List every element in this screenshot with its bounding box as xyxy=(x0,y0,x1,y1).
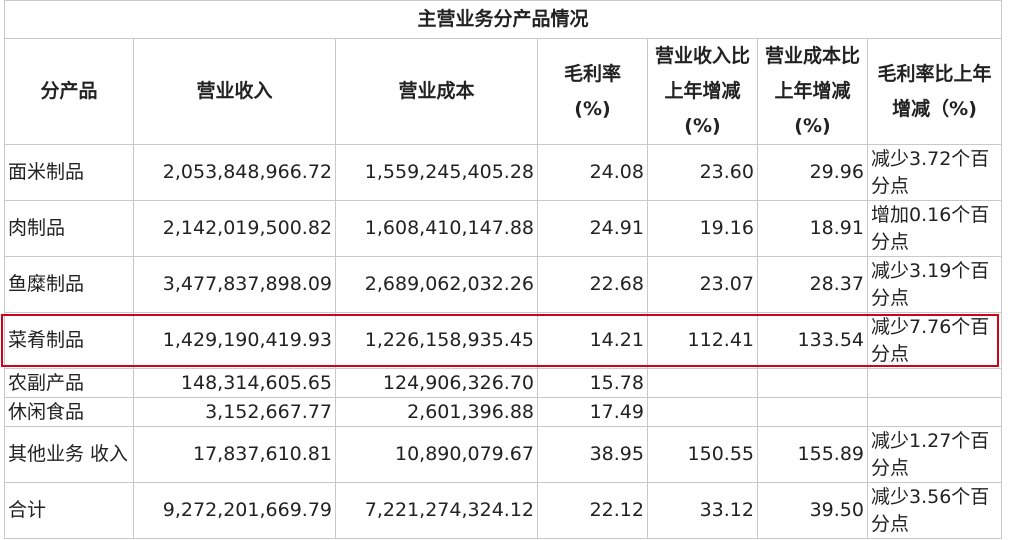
cell-revenue: 3,152,667.77 xyxy=(133,397,336,427)
cell-cost-change xyxy=(757,397,868,427)
cell-cost: 7,221,274,324.12 xyxy=(335,482,538,539)
cell-gross-margin: 14.21 xyxy=(537,312,648,369)
cell-revenue-change: 23.07 xyxy=(647,256,758,313)
cell-revenue-change: 23.60 xyxy=(647,144,758,201)
cell-product: 其他业务 收入 xyxy=(4,426,134,483)
cell-revenue-change xyxy=(647,368,758,398)
header-margin-change: 毛利率比上年 增减（%) xyxy=(866,38,1003,145)
table-row: 面米制品 2,053,848,966.72 1,559,245,405.28 2… xyxy=(4,144,1003,201)
cell-cost-change: 29.96 xyxy=(757,144,868,201)
cell-gross-margin: 22.12 xyxy=(537,482,648,539)
cell-cost-change: 39.50 xyxy=(757,482,868,539)
cell-margin-change: 减少1.27个百分点 xyxy=(866,426,1003,483)
cell-margin-change: 减少3.72个百分点 xyxy=(866,144,1003,201)
cell-revenue: 9,272,201,669.79 xyxy=(133,482,336,539)
cell-cost: 10,890,079.67 xyxy=(335,426,538,483)
cell-margin-change: 减少3.56个百分点 xyxy=(866,482,1003,539)
cell-cost: 1,559,245,405.28 xyxy=(335,144,538,201)
cell-revenue-change: 112.41 xyxy=(647,312,758,369)
cell-revenue: 148,314,605.65 xyxy=(133,368,336,398)
cell-cost: 124,906,326.70 xyxy=(335,368,538,398)
cell-margin-change: 增加0.16个百分点 xyxy=(866,200,1003,257)
cell-product: 休闲食品 xyxy=(4,397,134,427)
cell-margin-change: 减少7.76个百分点 xyxy=(866,312,1003,369)
cell-margin-change: 减少3.19个百分点 xyxy=(866,256,1003,313)
cell-product: 菜肴制品 xyxy=(4,312,134,369)
cell-revenue: 2,142,019,500.82 xyxy=(133,200,336,257)
header-product: 分产品 xyxy=(4,38,134,145)
table-title: 主营业务分产品情况 xyxy=(3,0,1003,39)
cell-revenue-change xyxy=(647,397,758,427)
cell-cost: 2,601,396.88 xyxy=(335,397,538,427)
cell-cost: 1,226,158,935.45 xyxy=(335,312,538,369)
cell-cost: 1,608,410,147.88 xyxy=(335,200,538,257)
header-revenue: 营业收入 xyxy=(133,38,336,145)
cell-cost-change: 133.54 xyxy=(757,312,868,369)
cell-revenue-change: 150.55 xyxy=(647,426,758,483)
cell-cost-change: 28.37 xyxy=(757,256,868,313)
cell-cost: 2,689,062,032.26 xyxy=(335,256,538,313)
cell-product: 肉制品 xyxy=(4,200,134,257)
cell-product: 农副产品 xyxy=(4,368,134,398)
cell-gross-margin: 17.49 xyxy=(537,397,648,427)
cell-gross-margin: 24.91 xyxy=(537,200,648,257)
table-row: 其他业务 收入 17,837,610.81 10,890,079.67 38.9… xyxy=(4,426,1003,483)
cell-revenue: 2,053,848,966.72 xyxy=(133,144,336,201)
cell-cost-change: 155.89 xyxy=(757,426,868,483)
cell-product: 合计 xyxy=(4,482,134,539)
cell-gross-margin: 38.95 xyxy=(537,426,648,483)
cell-revenue: 1,429,190,419.93 xyxy=(133,312,336,369)
header-cost-change: 营业成本比 上年增减 (%) xyxy=(757,38,868,145)
header-revenue-change: 营业收入比 上年增减 (%) xyxy=(647,38,758,145)
product-revenue-table: 主营业务分产品情况 分产品 营业收入 营业成本 毛利率 (%) 营业收入比 上年… xyxy=(3,0,1003,539)
table-row: 休闲食品 3,152,667.77 2,601,396.88 17.49 xyxy=(4,397,1003,427)
cell-revenue: 17,837,610.81 xyxy=(133,426,336,483)
cell-revenue: 3,477,837,898.09 xyxy=(133,256,336,313)
cell-revenue-change: 33.12 xyxy=(647,482,758,539)
table-row: 肉制品 2,142,019,500.82 1,608,410,147.88 24… xyxy=(4,200,1003,257)
cell-gross-margin: 22.68 xyxy=(537,256,648,313)
cell-revenue-change: 19.16 xyxy=(647,200,758,257)
cell-product: 鱼糜制品 xyxy=(4,256,134,313)
cell-margin-change xyxy=(866,368,1003,398)
cell-gross-margin: 15.78 xyxy=(537,368,648,398)
table-row: 鱼糜制品 3,477,837,898.09 2,689,062,032.26 2… xyxy=(4,256,1003,313)
cell-gross-margin: 24.08 xyxy=(537,144,648,201)
cell-cost-change xyxy=(757,368,868,398)
header-cost: 营业成本 xyxy=(335,38,538,145)
cell-margin-change xyxy=(866,397,1003,427)
table-row: 农副产品 148,314,605.65 124,906,326.70 15.78 xyxy=(4,368,1003,398)
cell-product: 面米制品 xyxy=(4,144,134,201)
table-row-highlighted: 菜肴制品 1,429,190,419.93 1,226,158,935.45 1… xyxy=(4,312,1003,369)
header-gross-margin: 毛利率 (%) xyxy=(537,38,648,145)
table-row-total: 合计 9,272,201,669.79 7,221,274,324.12 22.… xyxy=(4,482,1003,539)
cell-cost-change: 18.91 xyxy=(757,200,868,257)
